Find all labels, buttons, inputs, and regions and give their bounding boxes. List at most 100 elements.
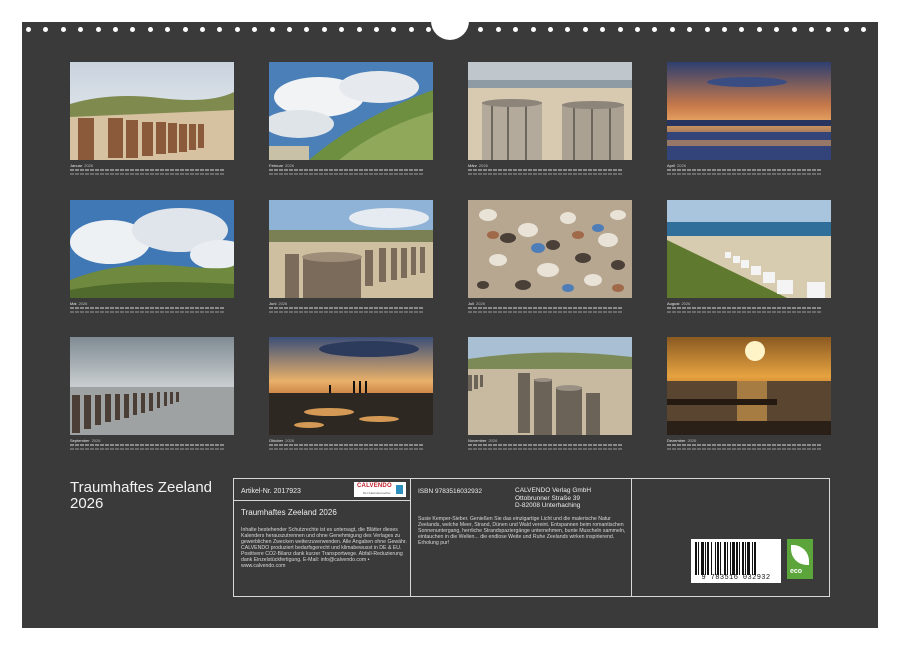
month-november: November2026 [468,337,632,451]
day-mark [140,169,144,171]
day-mark [319,173,323,175]
day-mark [274,173,278,175]
day-mark [354,307,358,309]
day-mark [294,173,298,175]
day-mark [553,173,557,175]
day-mark [692,169,696,171]
day-mark [309,311,313,313]
day-mark [797,307,801,309]
day-mark [672,311,676,313]
photo-september [70,337,234,435]
day-mark [279,169,283,171]
day-mark [95,444,99,446]
day-mark [468,307,472,309]
day-mark [85,444,89,446]
day-mark [707,169,711,171]
day-mark [782,448,786,450]
day-mark [498,311,502,313]
day-mark [314,307,318,309]
day-mark [389,169,393,171]
day-mark [528,444,532,446]
day-row [667,444,831,447]
day-mark [578,444,582,446]
day-mark [503,444,507,446]
barcode-bar [715,542,716,575]
day-mark [105,173,109,175]
day-mark [210,169,214,171]
day-mark [677,173,681,175]
day-mark [284,448,288,450]
day-mark [215,307,219,309]
day-mark [578,311,582,313]
barcode-bar [707,542,709,575]
day-mark [364,173,368,175]
day-mark [757,311,761,313]
day-mark [100,444,104,446]
day-mark [200,448,204,450]
day-mark [672,444,676,446]
day-mark [752,444,756,446]
day-mark [563,448,567,450]
day-mark [618,311,622,313]
day-mark [389,173,393,175]
binding-hole [26,27,31,32]
day-mark [70,169,74,171]
photo-august [667,200,831,298]
day-mark [115,173,119,175]
day-mark [578,169,582,171]
weekday-row [667,311,831,314]
day-mark [608,173,612,175]
day-mark [185,444,189,446]
day-mark [125,173,129,175]
day-mark [384,448,388,450]
barcode-bar [727,542,728,575]
binding-hole [200,27,205,32]
day-mark [498,444,502,446]
day-mark [697,448,701,450]
day-mark [409,169,413,171]
binding-hole [670,27,675,32]
binding-hole [739,27,744,32]
day-mark [414,173,418,175]
month-year: 2026 [285,163,294,168]
day-mark [70,173,74,175]
day-mark [364,307,368,309]
day-mark [155,311,159,313]
day-mark [697,444,701,446]
day-mark [513,444,517,446]
day-mark [269,169,273,171]
day-mark [195,448,199,450]
day-mark [150,169,154,171]
day-mark [558,311,562,313]
day-mark [389,311,393,313]
day-mark [712,173,716,175]
info-column-left: Artikel-Nr. 2017923 CALVENDO Der Kalende… [234,479,411,596]
day-mark [812,169,816,171]
month-year: 2026 [488,438,497,443]
day-mark [498,448,502,450]
binding-hole [287,27,292,32]
day-mark [533,173,537,175]
day-mark [319,169,323,171]
month-label: Oktober [269,438,283,443]
day-mark [488,173,492,175]
day-mark [190,307,194,309]
day-mark [85,448,89,450]
binding-hole [705,27,710,32]
day-mark [573,444,577,446]
day-mark [180,169,184,171]
day-mark [608,307,612,309]
day-mark [593,173,597,175]
day-mark [573,173,577,175]
day-mark [553,307,557,309]
day-mark [269,444,273,446]
day-mark [215,173,219,175]
day-mark [707,311,711,313]
day-mark [220,444,224,446]
day-mark [598,173,602,175]
binding-hole [687,27,692,32]
description-text: Susie Kemper-Sieber. Genießen Sie das ei… [418,516,628,546]
day-mark [394,307,398,309]
day-mark [289,448,293,450]
binding-hole [183,27,188,32]
